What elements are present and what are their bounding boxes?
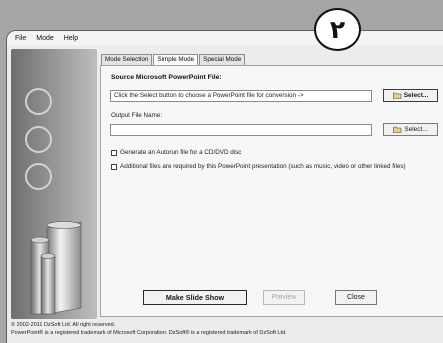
autorun-checkbox[interactable] <box>111 149 117 156</box>
folder-open-icon <box>392 92 402 99</box>
source-file-field[interactable]: Click the Select button to choose a Powe… <box>110 90 372 102</box>
menu-help[interactable]: Help <box>64 35 78 42</box>
tab-mode-selection[interactable]: Mode Selection <box>101 54 153 65</box>
menu-mode[interactable]: Mode <box>36 35 54 42</box>
additional-files-option[interactable]: Additional files are required by this Po… <box>111 163 406 170</box>
autorun-option[interactable]: Generate an Autorun file for a CD/DVD di… <box>111 149 241 156</box>
mode-tabs: Mode Selection Simple Mode Special Mode <box>101 52 246 66</box>
tab-special-mode[interactable]: Special Mode <box>199 54 246 65</box>
additional-files-checkbox[interactable] <box>111 163 117 170</box>
ring-decoration <box>25 88 52 115</box>
output-file-field[interactable] <box>110 124 372 136</box>
folder-open-icon <box>393 126 402 133</box>
output-select-button[interactable]: Select... <box>383 123 438 136</box>
copyright-line: © 2002-2011 DzSoft Ltd. All right reserv… <box>11 322 116 328</box>
close-button[interactable]: Close <box>335 290 377 305</box>
preview-button[interactable]: Preview <box>263 290 305 305</box>
menu-file[interactable]: File <box>15 35 26 42</box>
source-file-label: Source Microsoft PowerPoint File: <box>111 74 222 81</box>
copyright-footer: © 2002-2011 DzSoft Ltd. All right reserv… <box>11 321 287 337</box>
make-slide-show-button[interactable]: Make Slide Show <box>143 290 247 305</box>
source-select-label: Select... <box>403 92 429 99</box>
autorun-label: Generate an Autorun file for a CD/DVD di… <box>120 149 242 156</box>
output-select-label: Select... <box>404 126 428 133</box>
additional-files-label: Additional files are required by this Po… <box>120 163 406 170</box>
paper-rolls-icon <box>30 221 82 315</box>
simple-mode-page: Source Microsoft PowerPoint File: Click … <box>100 65 443 317</box>
app-window: File Mode Help Mode Selection Simple Mod… <box>6 30 443 343</box>
output-file-label: Output File Name: <box>111 112 163 119</box>
side-decoration-panel <box>11 49 97 319</box>
menu-bar: File Mode Help <box>7 31 443 45</box>
ring-decoration <box>25 126 52 153</box>
source-select-button[interactable]: Select... <box>383 89 438 102</box>
trademark-line: PowerPoint® is a registered trademark of… <box>11 330 287 336</box>
step-number-badge: ٢ <box>314 8 361 51</box>
ring-decoration <box>25 163 52 190</box>
